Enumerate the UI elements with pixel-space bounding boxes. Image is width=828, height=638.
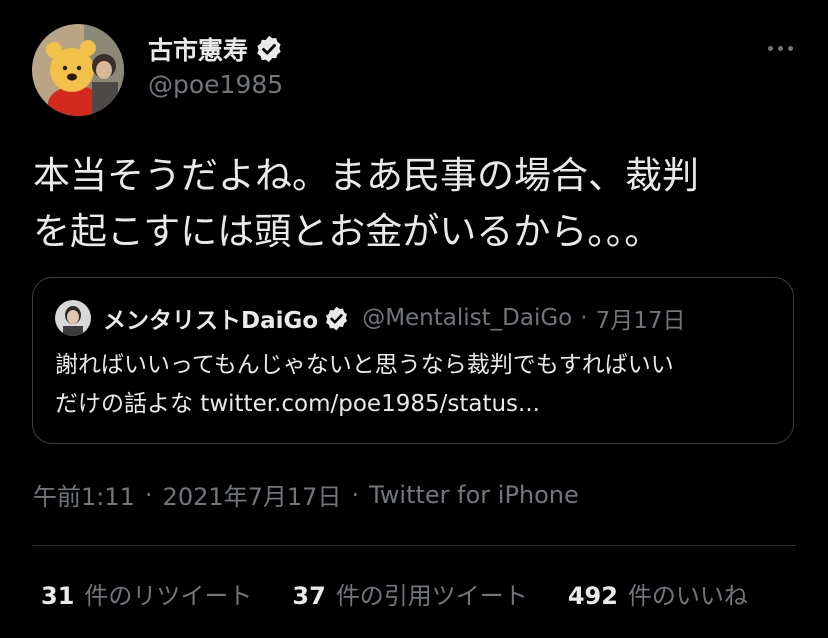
retweets-label: 件のリツイート [84, 582, 253, 610]
likes-count: 492 [567, 582, 618, 610]
quoted-separator: · [580, 305, 588, 331]
quoted-header: メンタリストDaiGo @Mentalist_DaiGo · 7月17日 [103, 300, 685, 336]
verified-badge-icon [254, 34, 284, 64]
verified-badge-icon [323, 305, 350, 332]
quote-tweets-label: 件の引用ツイート [335, 582, 528, 610]
likes-label: 件のいいね [627, 582, 748, 610]
tweet-time[interactable]: 午前1:11 [33, 477, 135, 512]
quoted-display-name: メンタリストDaiGo [103, 308, 319, 334]
more-options-icon[interactable] [762, 36, 798, 60]
tweet-text-line: 本当そうだよね。まあ民事の場合、裁判 [33, 154, 699, 197]
author-display-name[interactable]: 古市憲寿 [148, 31, 248, 67]
tweet-detail: 古市憲寿 @poe1985 本当そうだよね。まあ民事の場合、裁判 を起こすには頭… [0, 0, 828, 638]
quote-tweets-count: 37 [292, 582, 326, 610]
tweet-source[interactable]: Twitter for iPhone [369, 481, 579, 509]
more-dot [777, 45, 783, 51]
quoted-tweet[interactable]: メンタリストDaiGo @Mentalist_DaiGo · 7月17日 謝れば… [32, 277, 794, 444]
quoted-date: 7月17日 [595, 308, 686, 334]
divider [32, 545, 796, 546]
quoted-text: 謝ればいいってもんじゃないと思うなら裁判でもすればいい だけの話よな twitt… [55, 346, 785, 424]
tweet-date[interactable]: 2021年7月17日 [163, 477, 342, 512]
author-name-row: 古市憲寿 [148, 31, 284, 67]
quoted-handle: @Mentalist_DaiGo [362, 305, 573, 331]
tweet-stats: 31 件のリツイート 37 件の引用ツイート 492 件のいいね [41, 576, 801, 611]
author-handle[interactable]: @poe1985 [148, 70, 283, 99]
tweet-text: 本当そうだよね。まあ民事の場合、裁判 を起こすには頭とお金がいるから。。。 [33, 148, 803, 260]
tweet-text-line: を起こすには頭とお金がいるから。。。 [33, 210, 662, 253]
quoted-text-line: だけの話よな twitter.com/poe1985/status... [55, 391, 540, 417]
more-dot [767, 45, 773, 51]
author-avatar[interactable] [32, 24, 124, 116]
retweets-count: 31 [41, 582, 75, 610]
quoted-author-avatar [55, 300, 91, 336]
quoted-text-line: 謝ればいいってもんじゃないと思うなら裁判でもすればいい [55, 352, 674, 378]
tweet-meta: 午前1:11 · 2021年7月17日 · Twitter for iPhone [33, 477, 579, 512]
more-dot [787, 45, 793, 51]
quote-tweets-stat[interactable]: 37 件の引用ツイート [292, 576, 527, 611]
likes-stat[interactable]: 492 件のいいね [568, 576, 748, 611]
retweets-stat[interactable]: 31 件のリツイート [41, 576, 252, 611]
meta-separator: · [351, 480, 360, 509]
meta-separator: · [144, 480, 153, 509]
